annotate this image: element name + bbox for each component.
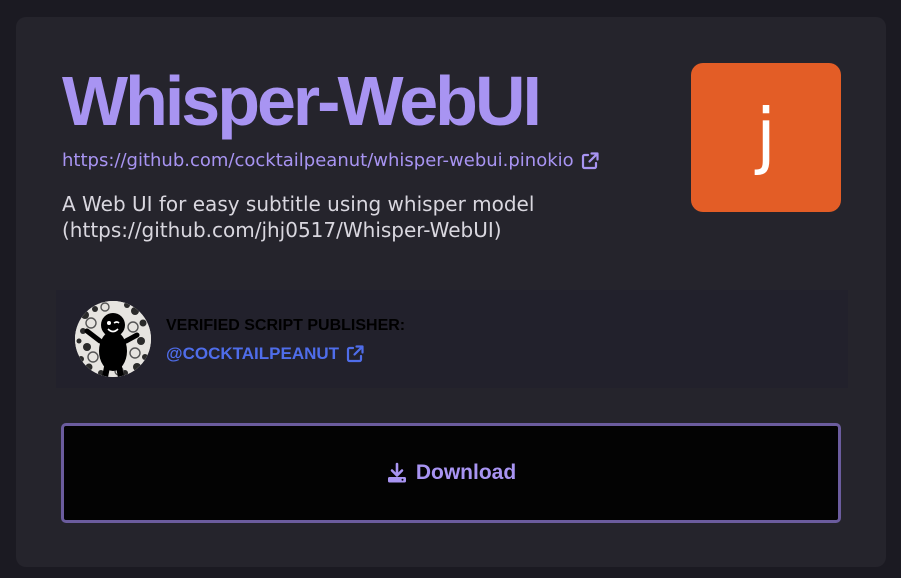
publisher-avatar — [75, 301, 151, 377]
repo-link[interactable]: https://github.com/cocktailpeanut/whispe… — [62, 150, 600, 171]
download-icon — [386, 462, 408, 484]
app-title: Whisper-WebUI — [62, 62, 542, 140]
external-link-icon — [345, 344, 365, 364]
publisher-handle-link[interactable]: @COCKTAILPEANUT — [166, 344, 365, 364]
app-description: A Web UI for easy subtitle using whisper… — [62, 192, 535, 242]
external-link-icon — [580, 151, 600, 171]
publisher-label: VERIFIED SCRIPT PUBLISHER: — [166, 317, 406, 334]
app-icon-letter: j — [755, 92, 776, 177]
publisher-handle: @COCKTAILPEANUT — [166, 344, 340, 363]
download-button-label: Download — [415, 461, 517, 484]
publisher-panel: VERIFIED SCRIPT PUBLISHER: @COCKTAILPEAN… — [56, 290, 848, 388]
repo-link-text: https://github.com/cocktailpeanut/whispe… — [62, 150, 574, 171]
app-icon: j — [691, 63, 841, 212]
app-card: Whisper-WebUI https://github.com/cocktai… — [16, 17, 886, 567]
download-button[interactable]: Download — [61, 423, 841, 523]
